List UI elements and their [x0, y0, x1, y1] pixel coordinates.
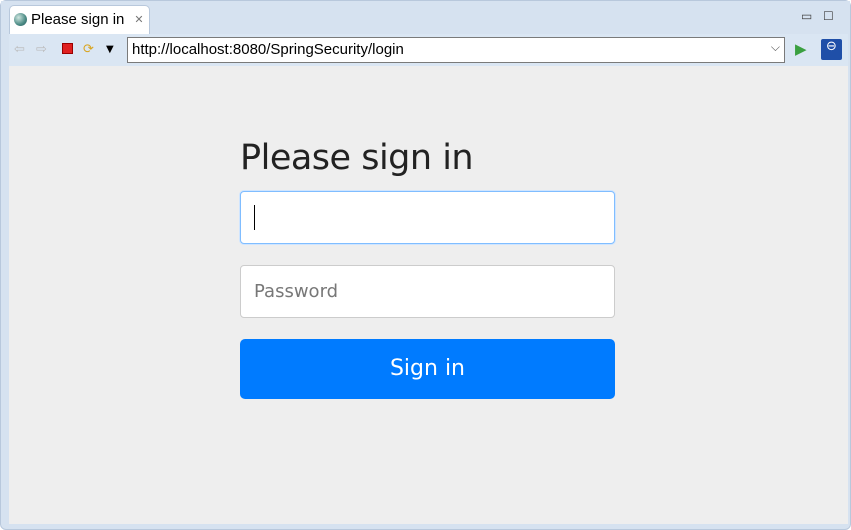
eclipse-icon[interactable]: ⊖	[821, 39, 842, 60]
refresh-icon[interactable]: ⟳	[83, 42, 94, 57]
tab-title: Please sign in	[31, 11, 125, 28]
text-caret	[254, 205, 255, 230]
back-icon[interactable]: ⇦	[14, 42, 25, 57]
url-text: http://localhost:8080/SpringSecurity/log…	[132, 41, 404, 58]
stop-icon[interactable]	[62, 43, 73, 54]
password-input[interactable]: Password	[240, 265, 615, 318]
go-icon[interactable]: ▶	[795, 40, 807, 58]
url-input[interactable]: http://localhost:8080/SpringSecurity/log…	[127, 37, 785, 63]
maximize-icon[interactable]: ☐	[823, 9, 834, 23]
browser-tab[interactable]: Please sign in ✕	[9, 5, 150, 35]
chevron-down-icon[interactable]: ⌵	[771, 40, 780, 55]
sign-in-button[interactable]: Sign in	[240, 339, 615, 399]
browser-window: Please sign in ✕ ▭ ☐ ⇦ ⇨ ⟳ ▼ http://loca…	[0, 0, 851, 530]
password-placeholder: Password	[254, 281, 339, 302]
username-input[interactable]	[240, 191, 615, 244]
dropdown-icon[interactable]: ▼	[106, 44, 114, 55]
forward-icon[interactable]: ⇨	[36, 42, 47, 57]
close-icon[interactable]: ✕	[134, 13, 143, 26]
browser-toolbar: ⇦ ⇨ ⟳ ▼ http://localhost:8080/SpringSecu…	[9, 34, 848, 66]
globe-icon	[14, 13, 27, 26]
minimize-icon[interactable]: ▭	[801, 9, 812, 23]
page-content: Please sign in Password Sign in	[9, 66, 848, 524]
tab-bar: Please sign in ✕ ▭ ☐	[1, 1, 850, 35]
page-title: Please sign in	[240, 138, 474, 178]
